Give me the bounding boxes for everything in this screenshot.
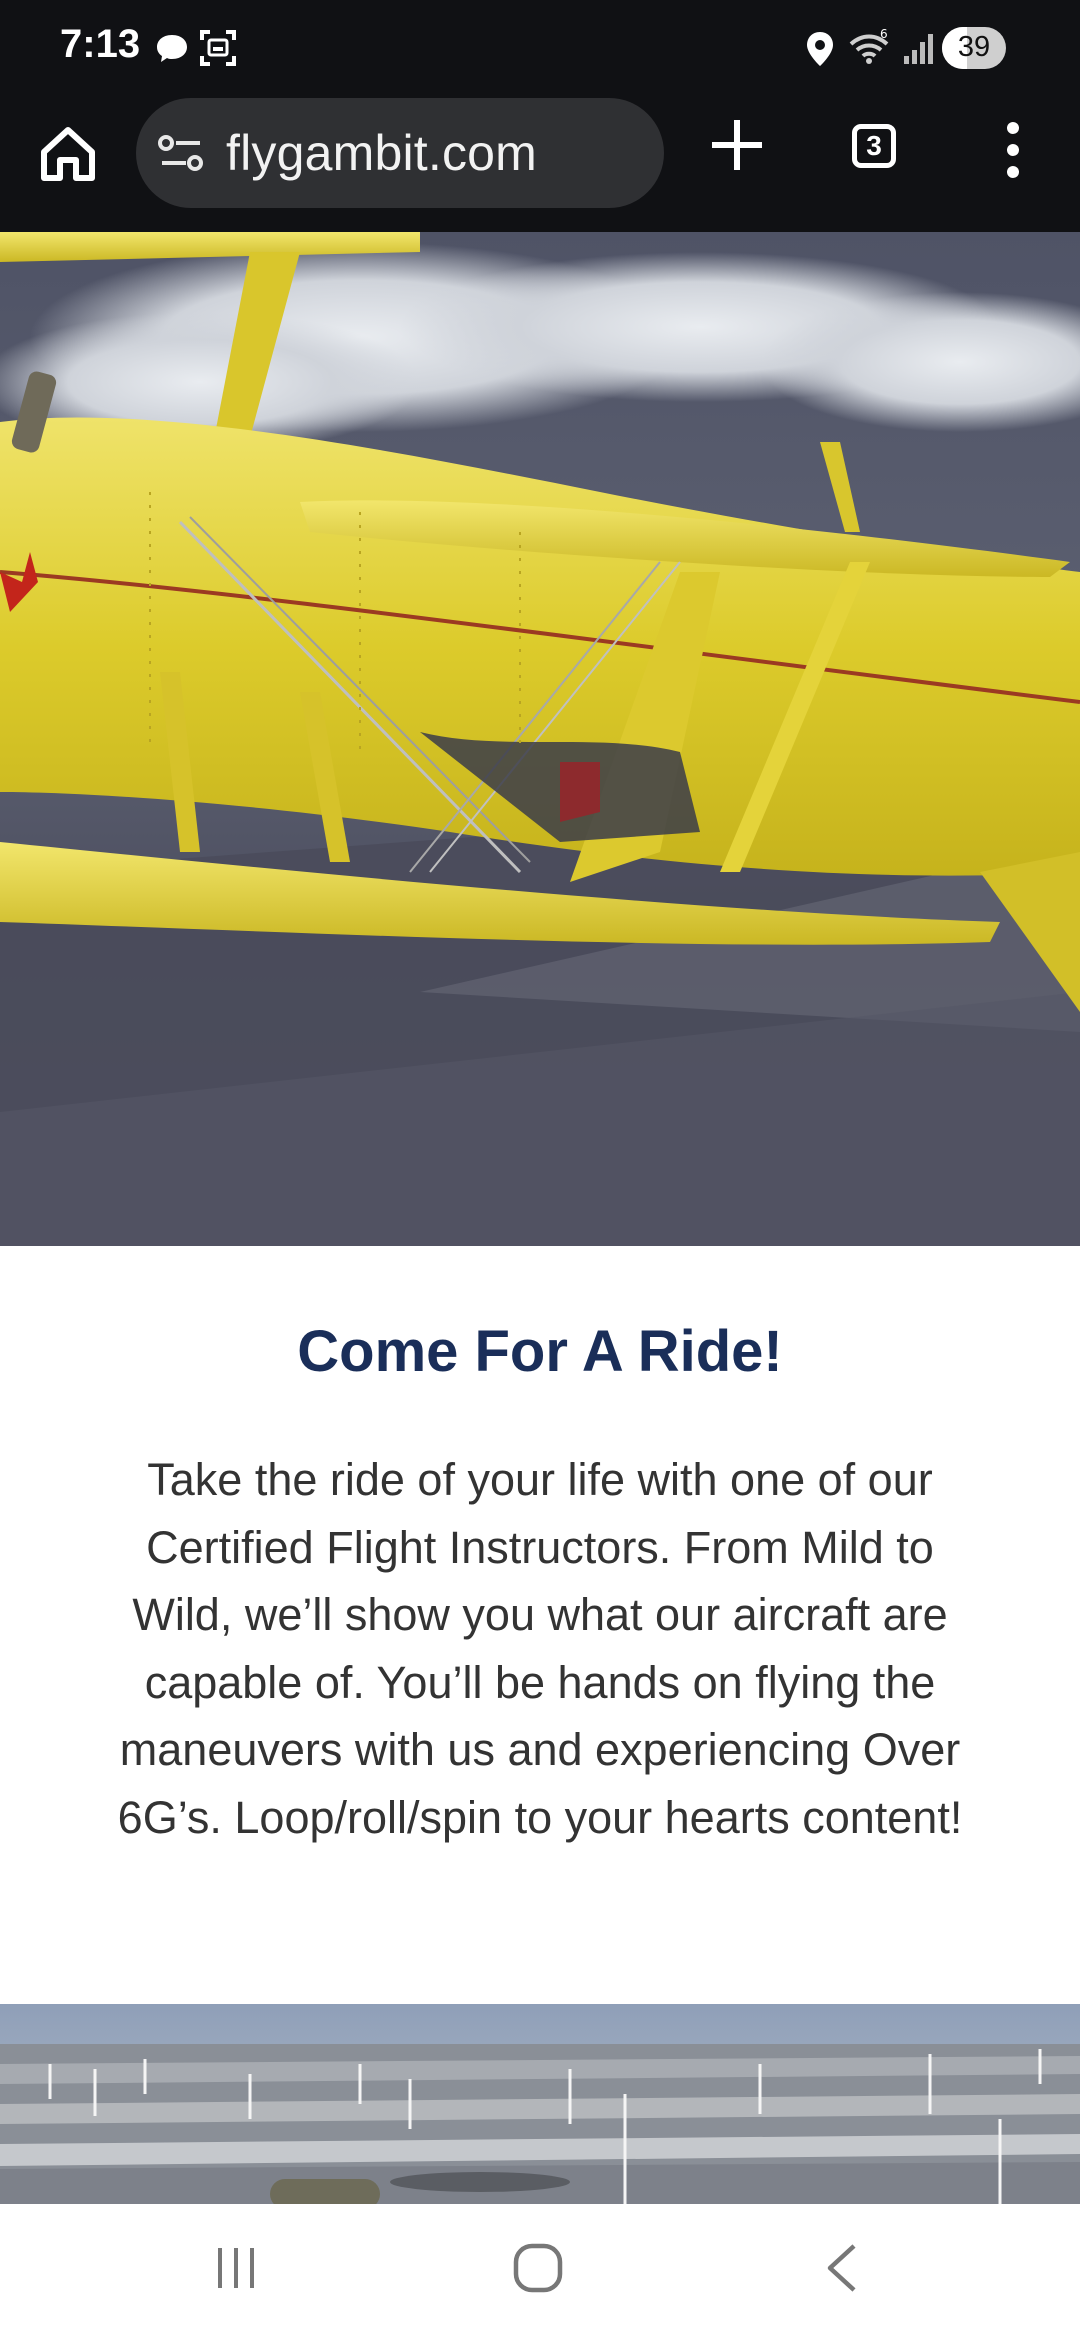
recents-icon[interactable] — [212, 2244, 260, 2292]
farmland-illustration — [0, 2004, 1080, 2204]
aerial-farmland-image — [0, 2004, 1080, 2204]
tabs-icon[interactable]: 3 — [852, 124, 896, 168]
screenshot-icon — [200, 30, 236, 66]
ride-section: Come For A Ride! Take the ride of your l… — [0, 1246, 1080, 2004]
battery-level: 39 — [957, 31, 991, 63]
svg-text:6: 6 — [880, 28, 888, 41]
browser-toolbar: flygambit.com 3 — [0, 96, 1080, 232]
hero-image — [0, 232, 1080, 1246]
plus-icon[interactable] — [706, 114, 768, 176]
site-info-icon[interactable] — [158, 132, 204, 174]
url-text[interactable]: flygambit.com — [226, 124, 537, 182]
home-icon[interactable] — [36, 122, 100, 186]
system-navigation-bar — [0, 2204, 1080, 2340]
biplane-illustration — [0, 232, 1080, 1246]
home-circle-icon[interactable] — [512, 2242, 564, 2294]
section-body: Take the ride of your life with one of o… — [117, 1454, 963, 1843]
chat-bubble-icon — [157, 35, 187, 62]
more-vert-icon[interactable] — [998, 118, 1028, 182]
status-time: 7:13 — [60, 22, 141, 66]
signal-icon — [904, 34, 933, 64]
back-icon[interactable] — [822, 2242, 862, 2294]
section-heading: Come For A Ride! — [297, 1319, 783, 1384]
status-bar: 7:13 6 39 — [0, 0, 1080, 96]
wifi-icon: 6 — [849, 28, 889, 64]
address-bar[interactable]: flygambit.com — [136, 98, 664, 208]
tab-count: 3 — [866, 130, 882, 161]
location-icon — [807, 32, 833, 66]
battery-icon: 39 — [942, 27, 1006, 69]
